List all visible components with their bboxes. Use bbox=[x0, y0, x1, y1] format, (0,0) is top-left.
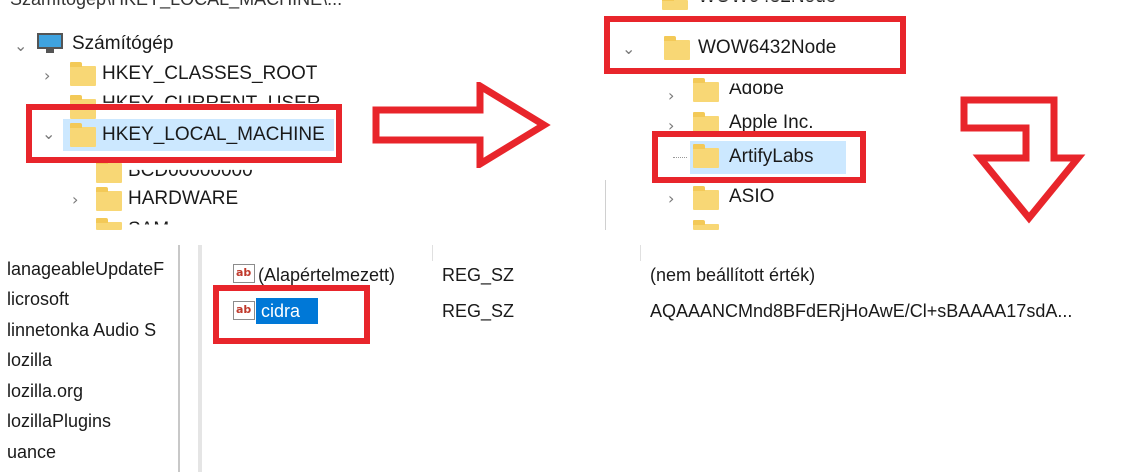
chevron-right-icon[interactable]: › bbox=[668, 86, 674, 105]
tree-item[interactable]: licrosoft bbox=[7, 288, 69, 310]
arrow-down-icon bbox=[960, 96, 1086, 224]
tree-item-bcd[interactable]: BCD00000000 bbox=[128, 170, 253, 182]
tree-item[interactable]: lozillaPlugins bbox=[7, 410, 111, 432]
tree-item-sam[interactable]: SAM bbox=[128, 219, 169, 225]
column-divider bbox=[432, 245, 433, 261]
tree-item-hardware[interactable]: HARDWARE bbox=[128, 188, 238, 210]
folder-icon bbox=[693, 78, 719, 102]
folder-icon bbox=[662, 0, 688, 10]
tree-item-computer[interactable]: Számítógép bbox=[72, 33, 173, 55]
tree-item[interactable]: linnetonka Audio S bbox=[7, 319, 156, 341]
highlight-box bbox=[26, 104, 342, 163]
tree-item[interactable]: lozilla.org bbox=[7, 380, 83, 402]
string-value-icon: ab bbox=[233, 264, 255, 283]
tree-item-cropped: WOW6432Node bbox=[698, 0, 836, 8]
chevron-right-icon[interactable]: › bbox=[668, 189, 674, 208]
tree-item[interactable]: uance bbox=[7, 441, 56, 463]
folder-icon bbox=[693, 186, 719, 210]
value-data: (nem beállított érték) bbox=[650, 265, 816, 285]
value-name-default[interactable]: (Alapértelmezett) bbox=[258, 264, 395, 286]
highlight-box bbox=[652, 131, 866, 183]
highlight-box bbox=[213, 285, 370, 344]
folder-icon bbox=[96, 218, 122, 230]
tree-item-adobe[interactable]: Adobe bbox=[729, 84, 784, 101]
chevron-right-icon[interactable]: › bbox=[44, 66, 50, 85]
pane-splitter[interactable] bbox=[178, 245, 180, 472]
tree-item-asio[interactable]: ASIO bbox=[729, 186, 774, 208]
address-bar-cropped: Számítógép\HKEY_LOCAL_MACHINE\... bbox=[10, 0, 342, 10]
chevron-down-icon[interactable]: ⌄ bbox=[14, 36, 27, 55]
computer-icon bbox=[37, 33, 63, 49]
tree-item[interactable]: lanageableUpdateF bbox=[7, 258, 164, 280]
tree-item[interactable]: lozilla bbox=[7, 349, 52, 371]
highlight-box bbox=[604, 16, 906, 74]
value-type: REG_SZ bbox=[442, 301, 515, 321]
pane-splitter[interactable] bbox=[198, 245, 202, 472]
chevron-right-icon[interactable]: › bbox=[72, 190, 78, 209]
folder-icon bbox=[96, 159, 122, 183]
arrow-right-icon bbox=[372, 82, 551, 168]
folder-icon bbox=[693, 220, 719, 230]
panel-divider bbox=[605, 180, 606, 230]
folder-icon bbox=[70, 62, 96, 86]
tree-pane: lanageableUpdateF licrosoft linnetonka A… bbox=[0, 245, 200, 472]
folder-icon bbox=[96, 187, 122, 211]
column-divider bbox=[640, 245, 641, 261]
value-type: REG_SZ bbox=[442, 265, 515, 285]
value-data: AQAAANCMnd8BFdERjHoAwE/Cl+sBAAAA17sdA... bbox=[650, 301, 1073, 321]
tree-item-hkey-classes-root[interactable]: HKEY_CLASSES_ROOT bbox=[102, 63, 317, 85]
